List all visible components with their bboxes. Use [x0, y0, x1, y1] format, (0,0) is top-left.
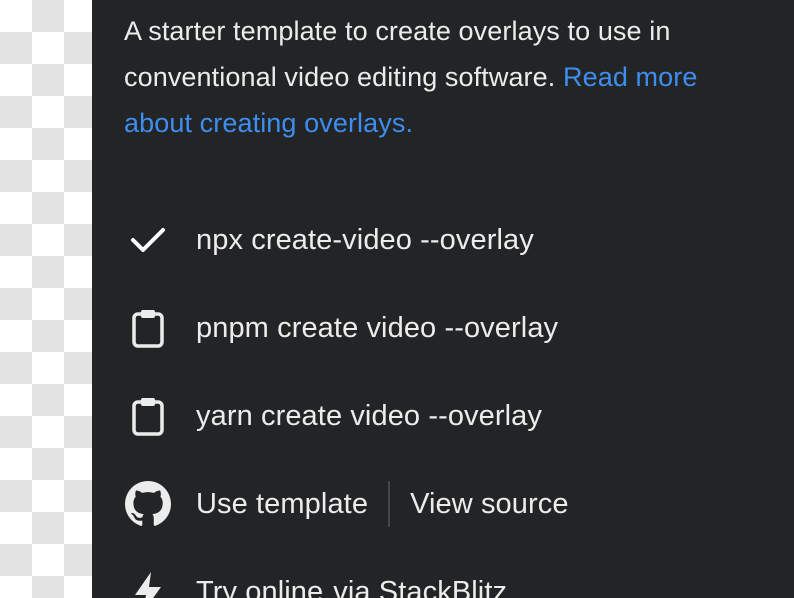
command-text: npx create-video --overlay	[196, 223, 534, 256]
command-yarn[interactable]: yarn create video --overlay	[124, 388, 542, 444]
command-pnpm[interactable]: pnpm create video --overlay	[124, 300, 558, 356]
command-npx[interactable]: npx create-video --overlay	[124, 212, 534, 268]
command-text: yarn create video --overlay	[196, 399, 543, 432]
command-text: pnpm create video --overlay	[196, 311, 559, 344]
template-description: A starter template to create overlays to…	[124, 8, 764, 146]
template-actions: Use template View source	[124, 476, 569, 532]
view-source-link[interactable]: View source	[410, 488, 569, 521]
divider	[388, 481, 391, 527]
transparency-checkerboard	[0, 0, 92, 598]
lightning-icon	[124, 568, 172, 598]
try-online-label: Try online	[196, 575, 324, 598]
github-icon	[124, 480, 172, 528]
stackblitz-label: via StackBlitz	[333, 575, 508, 598]
clipboard-icon[interactable]	[124, 392, 172, 440]
use-template-link[interactable]: Use template	[196, 488, 368, 521]
template-panel: A starter template to create overlays to…	[92, 0, 794, 598]
check-icon	[124, 216, 172, 264]
try-online-link[interactable]: Try online via StackBlitz	[124, 564, 507, 598]
clipboard-icon[interactable]	[124, 304, 172, 352]
